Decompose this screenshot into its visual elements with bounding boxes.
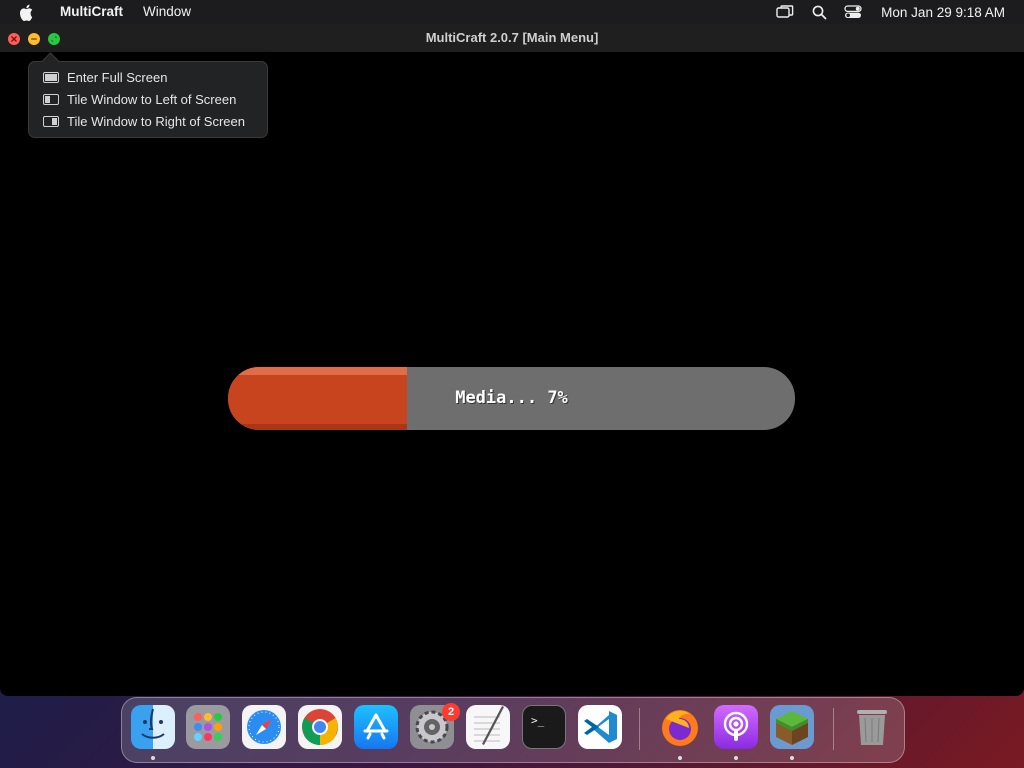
safari-icon[interactable]	[242, 705, 286, 749]
window-title: MultiCraft 2.0.7 [Main Menu]	[425, 30, 599, 45]
full-screen-icon	[43, 71, 59, 83]
enter-full-screen-item[interactable]: Enter Full Screen	[29, 66, 267, 88]
tile-left-item[interactable]: Tile Window to Left of Screen	[29, 88, 267, 110]
apple-menu-icon[interactable]	[16, 2, 36, 22]
window-title-bar[interactable]: MultiCraft 2.0.7 [Main Menu]	[0, 24, 1024, 52]
screen-mirroring-icon[interactable]	[775, 2, 795, 22]
trash-icon[interactable]	[850, 705, 894, 749]
window-menu[interactable]: Window	[133, 0, 201, 24]
tile-right-item[interactable]: Tile Window to Right of Screen	[29, 110, 267, 132]
tile-right-label: Tile Window to Right of Screen	[67, 113, 245, 129]
multicraft-running-dot	[790, 756, 794, 760]
menu-bar-clock[interactable]: Mon Jan 29 9:18 AM	[881, 5, 1005, 20]
tile-left-icon	[43, 93, 59, 105]
dock-separator	[833, 708, 834, 750]
search-icon[interactable]	[809, 2, 829, 22]
app-store-icon[interactable]	[354, 705, 398, 749]
chrome-icon[interactable]	[298, 705, 342, 749]
app-menu[interactable]: MultiCraft	[50, 0, 133, 24]
firefox-icon[interactable]	[658, 705, 702, 749]
window-tiling-popover: Enter Full Screen Tile Window to Left of…	[28, 61, 268, 138]
finder-running-dot	[151, 756, 155, 760]
tile-right-icon	[43, 115, 59, 127]
launchpad-icon[interactable]	[186, 705, 230, 749]
dock: 2 >_	[121, 697, 905, 763]
textedit-icon[interactable]	[466, 705, 510, 749]
control-center-icon[interactable]	[843, 2, 863, 22]
enter-full-screen-label: Enter Full Screen	[67, 69, 168, 85]
svg-text:>_: >_	[531, 714, 545, 727]
finder-icon[interactable]	[131, 705, 175, 749]
multicraft-icon[interactable]	[770, 705, 814, 749]
dock-separator	[639, 708, 640, 750]
podcasts-icon[interactable]	[714, 705, 758, 749]
system-settings-badge: 2	[442, 703, 460, 721]
firefox-running-dot	[678, 756, 682, 760]
loading-progress-label: Media... 7%	[455, 388, 568, 408]
loading-progress-bar: Media... 7%	[228, 367, 795, 430]
vscode-icon[interactable]	[578, 705, 622, 749]
terminal-icon[interactable]: >_	[522, 705, 566, 749]
menu-bar: MultiCraft Window Mon Jan 29 9:18 AM	[0, 0, 1024, 24]
tile-left-label: Tile Window to Left of Screen	[67, 91, 237, 107]
podcasts-running-dot	[734, 756, 738, 760]
